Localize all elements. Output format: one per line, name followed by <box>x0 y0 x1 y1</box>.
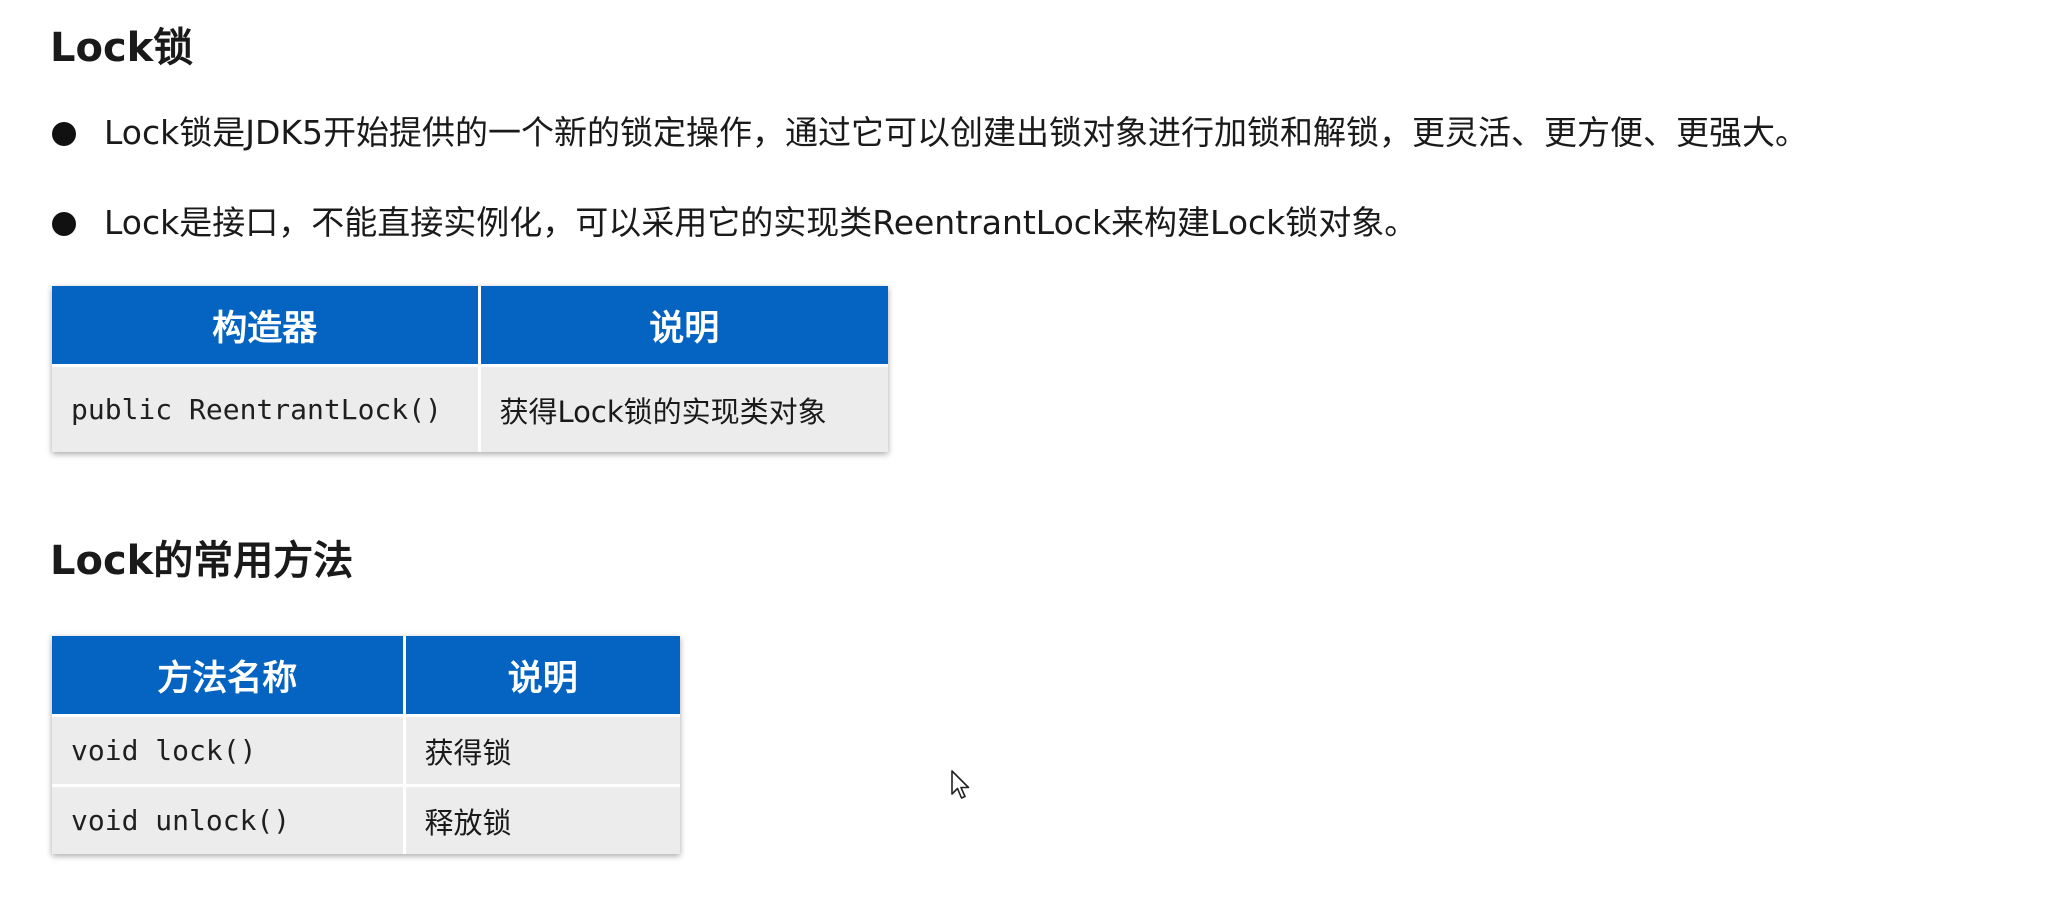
column-header-method-name: 方法名称 <box>52 636 406 717</box>
bullet-list: Lock锁是JDK5开始提供的一个新的锁定操作，通过它可以创建出锁对象进行加锁和… <box>52 108 1808 288</box>
constructor-table: 构造器 说明 public ReentrantLock() 获得Lock锁的实现… <box>52 286 888 452</box>
method-description: 释放锁 <box>404 785 680 854</box>
table-header-row: 构造器 说明 <box>52 286 888 367</box>
bullet-text: Lock是接口，不能直接实例化，可以采用它的实现类ReentrantLock来构… <box>104 203 1418 242</box>
table-row: void lock() 获得锁 <box>52 715 680 787</box>
method-signature: void unlock() <box>52 785 406 854</box>
table-row: public ReentrantLock() 获得Lock锁的实现类对象 <box>52 365 888 452</box>
mouse-pointer-icon <box>951 770 970 799</box>
constructor-description: 获得Lock锁的实现类对象 <box>479 365 888 452</box>
section-title-methods: Lock的常用方法 <box>50 538 354 584</box>
constructor-signature: public ReentrantLock() <box>52 365 481 452</box>
column-header-description: 说明 <box>404 636 680 717</box>
column-header-description: 说明 <box>479 286 888 367</box>
bullet-text: Lock锁是JDK5开始提供的一个新的锁定操作，通过它可以创建出锁对象进行加锁和… <box>104 113 1809 152</box>
methods-table: 方法名称 说明 void lock() 获得锁 void unlock() 释放… <box>52 636 680 854</box>
table-header-row: 方法名称 说明 <box>52 636 680 717</box>
bullet-dot-icon <box>52 122 76 146</box>
bullet-item: Lock是接口，不能直接实例化，可以采用它的实现类ReentrantLock来构… <box>52 198 1808 288</box>
bullet-dot-icon <box>52 212 76 236</box>
bullet-item: Lock锁是JDK5开始提供的一个新的锁定操作，通过它可以创建出锁对象进行加锁和… <box>52 108 1808 198</box>
table-row: void unlock() 释放锁 <box>52 785 680 854</box>
section-title-lock: Lock锁 <box>50 25 194 71</box>
method-signature: void lock() <box>52 715 406 787</box>
column-header-constructor: 构造器 <box>52 286 481 367</box>
method-description: 获得锁 <box>404 715 680 787</box>
